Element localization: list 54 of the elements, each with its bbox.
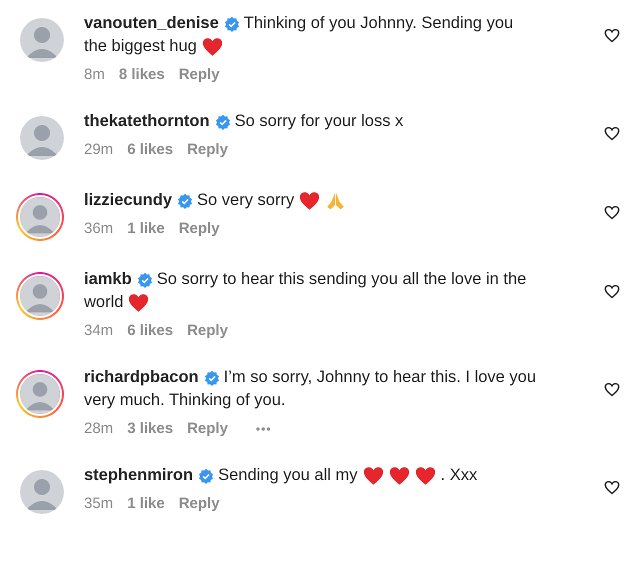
like-count[interactable]: 6 likes — [127, 141, 174, 158]
heart-icon — [362, 466, 384, 486]
reply-button[interactable]: Reply — [187, 141, 228, 158]
username[interactable]: stephenmiron — [84, 464, 194, 487]
avatar[interactable] — [16, 193, 64, 241]
avatar[interactable] — [16, 370, 64, 418]
comment-text: very much. Thinking of you. — [84, 390, 286, 411]
like-heart-icon[interactable] — [604, 205, 620, 220]
comment-text: the biggest hug — [84, 36, 197, 57]
like-heart-icon[interactable] — [604, 126, 620, 141]
more-options-button[interactable]: ••• — [256, 422, 272, 436]
like-heart-icon[interactable] — [604, 28, 620, 43]
comment-time: 28m — [84, 420, 114, 437]
comment-time: 34m — [84, 322, 114, 339]
like-count[interactable]: 1 like — [127, 220, 165, 237]
like-heart-icon[interactable] — [604, 382, 620, 397]
like-count[interactable]: 6 likes — [127, 322, 174, 339]
avatar[interactable] — [18, 16, 66, 64]
like-count[interactable]: 8 likes — [118, 66, 165, 83]
like-count[interactable]: 3 likes — [127, 420, 174, 437]
comment-text: Sending you all my — [218, 465, 358, 486]
heart-icon — [299, 190, 320, 210]
comment-text: So sorry for your loss x — [234, 111, 404, 132]
heart-icon — [414, 466, 436, 486]
username[interactable]: iamkb — [84, 268, 132, 291]
username[interactable]: lizziecundy — [84, 189, 172, 212]
reply-button[interactable]: Reply — [187, 322, 228, 339]
comment-text: So sorry to hear this sending you all the love in the — [156, 269, 526, 290]
like-heart-icon[interactable] — [604, 480, 620, 495]
comment-time: 36m — [84, 220, 114, 237]
reply-button[interactable]: Reply — [178, 495, 220, 512]
comment-time: 35m — [84, 495, 114, 512]
comment-text: . Xxx — [440, 465, 478, 486]
heart-icon — [202, 36, 223, 56]
heart-icon — [128, 292, 150, 312]
reply-button[interactable]: Reply — [178, 66, 220, 83]
praying-hands-icon — [325, 190, 346, 210]
username[interactable]: thekatethornton — [84, 110, 210, 133]
reply-button[interactable]: Reply — [178, 220, 220, 237]
heart-icon — [388, 466, 410, 486]
comment-time: 8m — [84, 66, 105, 83]
like-heart-icon[interactable] — [604, 284, 620, 299]
comment-time: 29m — [84, 141, 114, 158]
comment-text: I’m so sorry, Johnny to hear this. I love you — [224, 367, 536, 388]
reply-button[interactable]: Reply — [187, 420, 228, 437]
avatar[interactable] — [18, 468, 66, 516]
avatar[interactable] — [16, 272, 64, 320]
comment-text: So very sorry — [197, 190, 294, 211]
comment-text: Thinking of you Johnny. Sending you — [244, 13, 514, 34]
comment-text: world — [84, 292, 124, 313]
avatar[interactable] — [18, 114, 66, 162]
username[interactable]: vanouten_denise — [84, 12, 219, 35]
username[interactable]: richardpbacon — [84, 366, 199, 389]
like-count[interactable]: 1 like — [127, 495, 165, 512]
